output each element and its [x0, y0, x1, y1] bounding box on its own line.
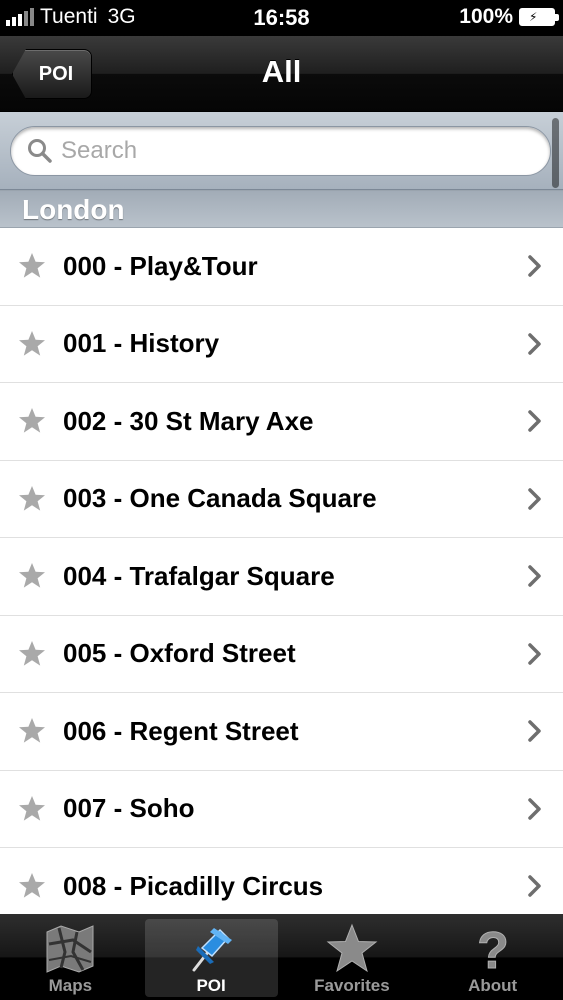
tab-favorites[interactable]: Favorites: [282, 914, 423, 1000]
tab-label: Favorites: [314, 976, 390, 995]
list-item-label: 002 - 30 St Mary Axe: [63, 405, 314, 436]
star-icon[interactable]: [18, 640, 46, 668]
star-icon[interactable]: [18, 562, 46, 590]
list-item[interactable]: 007 - Soho: [0, 770, 563, 848]
search-field[interactable]: [10, 126, 551, 176]
chevron-right-icon: [528, 488, 541, 510]
chevron-right-icon: [528, 565, 541, 587]
list-item-label: 004 - Trafalgar Square: [63, 560, 335, 591]
chevron-right-icon: [528, 798, 541, 820]
status-right: 100% ⚡: [459, 5, 559, 29]
page-title: All: [261, 54, 302, 89]
search-input[interactable]: [61, 137, 521, 165]
list-item-label: 000 - Play&Tour: [63, 250, 258, 281]
battery-icon: ⚡: [519, 8, 559, 26]
chevron-right-icon: [528, 643, 541, 665]
chevron-right-icon: [528, 410, 541, 432]
list-item[interactable]: 001 - History: [0, 305, 563, 383]
question-icon: ?: [476, 922, 509, 976]
list-item[interactable]: 004 - Trafalgar Square: [0, 538, 563, 616]
star-icon[interactable]: [18, 795, 46, 823]
navigation-bar: POI All: [0, 36, 563, 112]
svg-text:?: ?: [477, 922, 509, 976]
list-item[interactable]: 002 - 30 St Mary Axe: [0, 383, 563, 461]
poi-list: 000 - Play&Tour 001 - History 002 - 30 St …: [0, 228, 563, 914]
scroll-indicator[interactable]: [552, 118, 559, 188]
list-item-label: 006 - Regent Street: [63, 715, 299, 746]
star-icon[interactable]: [18, 407, 46, 435]
tab-maps[interactable]: Maps: [0, 914, 141, 1000]
chevron-right-icon: [528, 333, 541, 355]
star-icon[interactable]: [18, 252, 46, 280]
chevron-right-icon: [528, 720, 541, 742]
list-item-label: 005 - Oxford Street: [63, 638, 296, 669]
pushpin-icon: [192, 928, 233, 972]
list-item[interactable]: 006 - Regent Street: [0, 693, 563, 771]
star-icon: [326, 923, 378, 973]
chevron-right-icon: [528, 875, 541, 897]
map-icon: [46, 925, 94, 973]
search-bar: [0, 112, 563, 190]
tab-label: POI: [196, 976, 226, 995]
search-icon: [28, 139, 52, 163]
chevron-right-icon: [528, 255, 541, 277]
tab-bar: Maps POI Favorites ? About: [0, 914, 563, 1000]
status-bar: Tuenti 3G 16:58 100% ⚡: [0, 0, 563, 36]
section-header: London: [0, 190, 563, 228]
tab-label: About: [468, 976, 518, 995]
list-item[interactable]: 008 - Picadilly Circus: [0, 848, 563, 914]
star-icon[interactable]: [18, 485, 46, 513]
star-icon[interactable]: [18, 717, 46, 745]
list-item[interactable]: 000 - Play&Tour: [0, 228, 563, 306]
list-item-label: 003 - One Canada Square: [63, 483, 377, 514]
star-icon[interactable]: [18, 330, 46, 358]
star-icon[interactable]: [18, 872, 46, 900]
list-item-label: 008 - Picadilly Circus: [63, 870, 324, 901]
list-item[interactable]: 005 - Oxford Street: [0, 615, 563, 693]
list-item-label: 007 - Soho: [63, 793, 195, 824]
battery-percent: 100%: [459, 5, 513, 28]
tab-poi[interactable]: POI: [141, 914, 282, 1000]
tab-label: Maps: [48, 976, 93, 995]
tab-about[interactable]: ? About: [422, 914, 563, 1000]
list-item-label: 001 - History: [63, 328, 220, 359]
list-item[interactable]: 003 - One Canada Square: [0, 460, 563, 538]
